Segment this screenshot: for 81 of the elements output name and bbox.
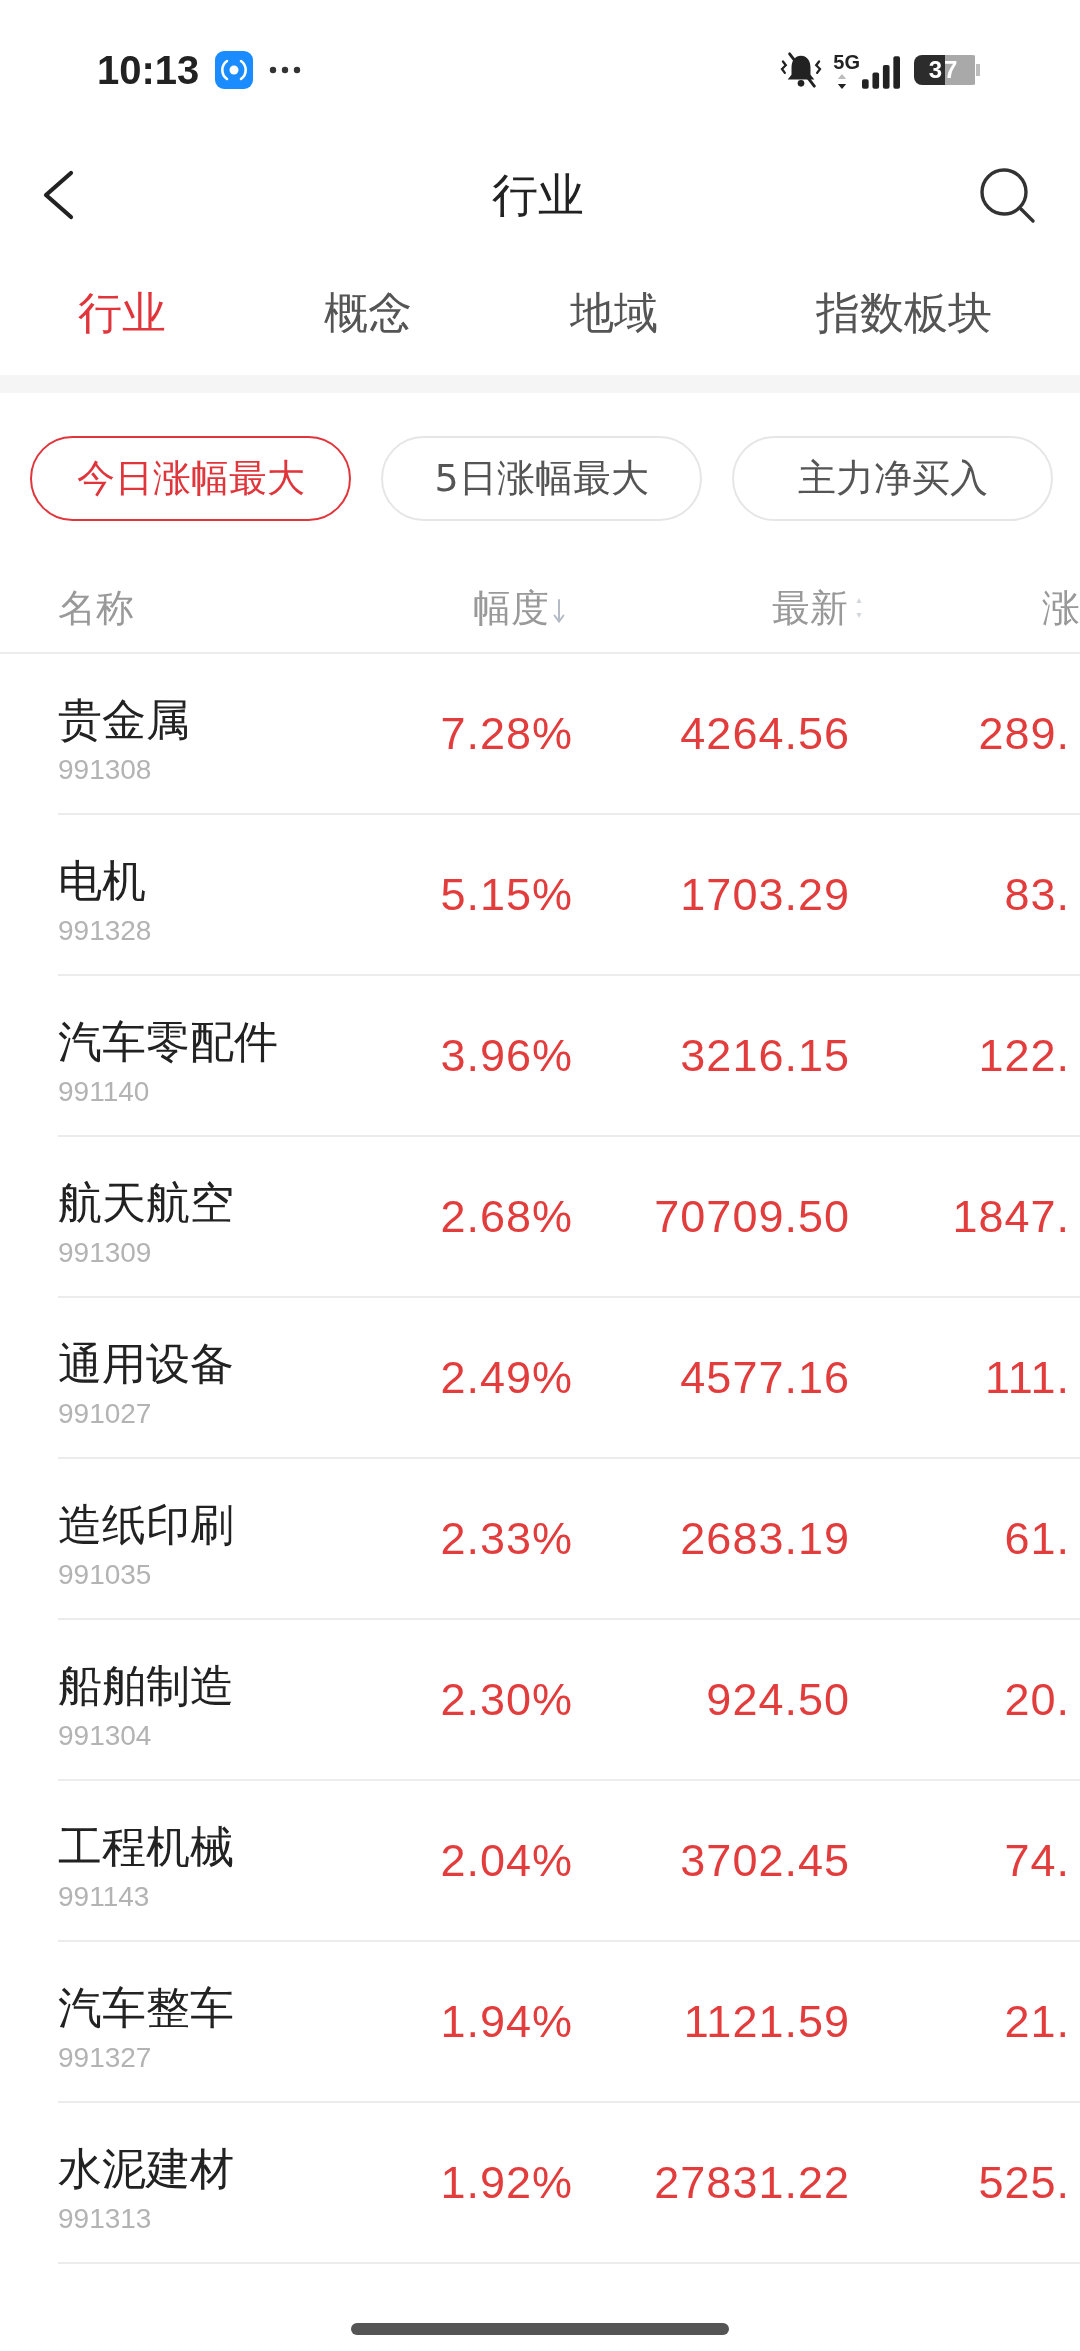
data-arrows-icon <box>837 73 848 89</box>
home-indicator[interactable] <box>351 2323 729 2335</box>
sector-row[interactable]: 船舶制造 991304 2.30% 924.50 20. <box>58 1620 1080 1781</box>
sector-name: 航天航空 <box>58 1177 234 1229</box>
sector-name: 贵金属 <box>58 694 190 746</box>
change-value: 1847. <box>952 1189 1070 1244</box>
sector-code: 991328 <box>58 914 152 948</box>
sector-row[interactable]: 水泥建材 991313 1.92% 27831.22 525. <box>58 2103 1080 2264</box>
change-value: 122. <box>978 1028 1070 1083</box>
sector-code: 991308 <box>58 753 152 787</box>
search-button[interactable] <box>978 166 1036 224</box>
sector-row[interactable]: 贵金属 991308 7.28% 4264.56 289. <box>58 654 1080 815</box>
latest-price: 2683.19 <box>680 1511 850 1566</box>
change-value: 20. <box>1004 1672 1070 1727</box>
category-tab[interactable]: 地域 <box>570 285 658 340</box>
filter-chip[interactable]: 5日涨幅最大 <box>381 436 702 521</box>
percent-change: 1.94% <box>440 1994 573 2049</box>
sector-code: 991035 <box>58 1558 152 1592</box>
page-title: 行业 <box>492 167 584 223</box>
sector-name: 汽车零配件 <box>58 1016 278 1068</box>
percent-change: 2.49% <box>440 1350 573 1405</box>
percent-change: 3.96% <box>440 1028 573 1083</box>
more-dots-icon <box>269 66 302 74</box>
sector-name: 船舶制造 <box>58 1660 234 1712</box>
category-tab[interactable]: 概念 <box>324 285 412 340</box>
status-time: 10:13 <box>97 47 200 93</box>
sector-row[interactable]: 航天航空 991309 2.68% 70709.50 1847. <box>58 1137 1080 1298</box>
search-icon <box>978 166 1036 224</box>
sector-code: 991143 <box>58 1880 150 1914</box>
category-tab[interactable]: 行业 <box>78 285 166 340</box>
sector-row[interactable]: 工程机械 991143 2.04% 3702.45 74. <box>58 1781 1080 1942</box>
latest-price: 4264.56 <box>680 706 850 761</box>
sector-code: 991304 <box>58 1719 152 1753</box>
latest-price: 924.50 <box>706 1672 850 1727</box>
percent-change: 2.33% <box>440 1511 573 1566</box>
latest-price: 4577.16 <box>680 1350 850 1405</box>
percent-change: 2.30% <box>440 1672 573 1727</box>
sector-row[interactable]: 造纸印刷 991035 2.33% 2683.19 61. <box>58 1459 1080 1620</box>
percent-change: 2.68% <box>440 1189 573 1244</box>
sector-code: 991309 <box>58 1236 152 1270</box>
sector-code: 991327 <box>58 2041 152 2075</box>
latest-price: 1703.29 <box>680 867 850 922</box>
sector-row[interactable]: 通用设备 991027 2.49% 4577.16 111. <box>58 1298 1080 1459</box>
sort-arrow-icon[interactable] <box>553 597 565 624</box>
sector-name: 电机 <box>58 855 146 907</box>
sector-name: 汽车整车 <box>58 1982 234 2034</box>
percent-change: 2.04% <box>440 1833 573 1888</box>
sector-row[interactable]: 汽车整车 991327 1.94% 1121.59 21. <box>58 1942 1080 2103</box>
change-value: 289. <box>978 706 1070 761</box>
latest-price: 27831.22 <box>654 2155 850 2210</box>
percent-change: 5.15% <box>440 867 573 922</box>
app-notification-icon <box>215 51 254 89</box>
filter-chip[interactable]: 今日涨幅最大 <box>30 436 351 521</box>
change-value: 525. <box>978 2155 1070 2210</box>
sector-code: 991027 <box>58 1397 152 1431</box>
sector-name: 造纸印刷 <box>58 1499 234 1551</box>
sector-name: 水泥建材 <box>58 2143 234 2195</box>
sector-row[interactable]: 电机 991328 5.15% 1703.29 83. <box>58 815 1080 976</box>
sector-code: 991140 <box>58 1075 150 1109</box>
muted-bell-icon <box>779 51 824 89</box>
column-header: 涨 <box>1042 584 1080 632</box>
latest-price: 3702.45 <box>680 1833 850 1888</box>
latest-price: 70709.50 <box>654 1189 850 1244</box>
category-tab[interactable]: 指数板块 <box>816 285 992 340</box>
percent-change: 7.28% <box>440 706 573 761</box>
change-value: 111. <box>985 1350 1070 1405</box>
percent-change: 1.92% <box>440 2155 573 2210</box>
sector-name: 工程机械 <box>58 1821 234 1873</box>
change-value: 83. <box>1004 867 1070 922</box>
change-value: 61. <box>1004 1511 1070 1566</box>
change-value: 74. <box>1004 1833 1070 1888</box>
filter-chip[interactable]: 主力净买入 <box>732 436 1053 521</box>
signal-bars-icon <box>862 55 900 89</box>
column-header: 名称 <box>58 584 134 632</box>
network-type: 5G <box>833 51 860 72</box>
sector-row[interactable]: 汽车零配件 991140 3.96% 3216.15 122. <box>58 976 1080 1137</box>
latest-price: 3216.15 <box>680 1028 850 1083</box>
change-value: 21. <box>1004 1994 1070 2049</box>
sector-code: 991313 <box>58 2202 152 2236</box>
sector-name: 通用设备 <box>58 1338 234 1390</box>
latest-price: 1121.59 <box>683 1994 850 2049</box>
